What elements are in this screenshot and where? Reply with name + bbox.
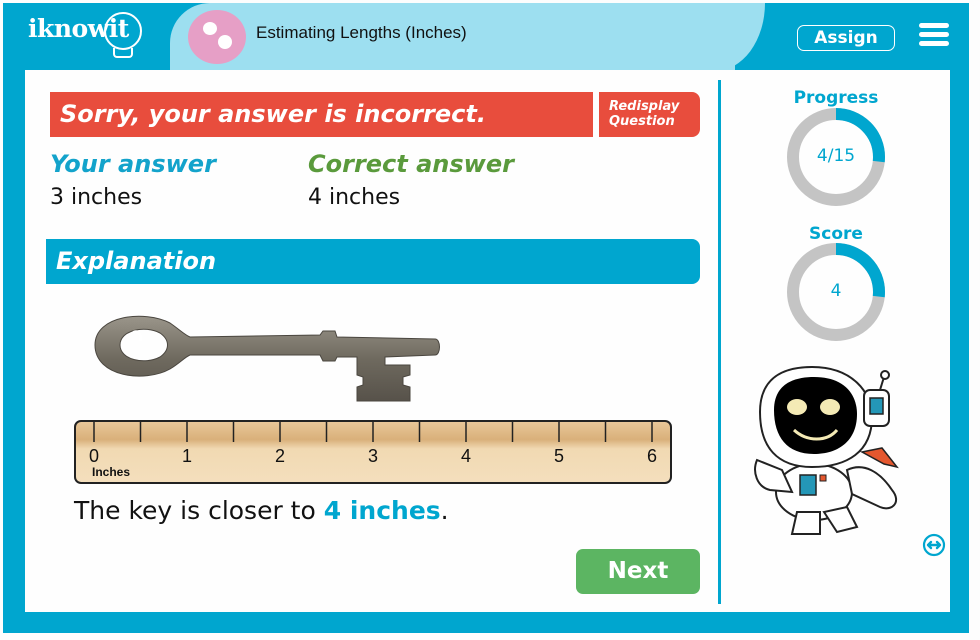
- sidebar-divider: [718, 80, 721, 604]
- ruler-tick-label: 2: [275, 446, 285, 466]
- incorrect-feedback-banner: Sorry, your answer is incorrect.: [50, 92, 593, 137]
- your-answer-value: 3 inches: [50, 185, 143, 210]
- ruler-tick-label: 0: [89, 446, 99, 466]
- ruler-tick-label: 3: [368, 446, 378, 466]
- progress-label: Progress: [793, 88, 879, 108]
- explanation-highlight: 4 inches: [323, 496, 441, 525]
- ruler-tick-label: 4: [461, 446, 471, 466]
- astronaut-mascot: [754, 365, 899, 535]
- topic-title: Estimating Lengths (Inches): [256, 23, 467, 42]
- next-button[interactable]: Next: [576, 549, 700, 594]
- iknowit-logo[interactable]: iknowit: [28, 12, 142, 58]
- assign-button[interactable]: Assign: [797, 25, 895, 51]
- redisplay-label-line1: Redisplay: [609, 99, 680, 114]
- your-answer-label: Your answer: [50, 150, 216, 178]
- topic-icon: [188, 10, 246, 64]
- ruler-unit-label: Inches: [92, 465, 130, 479]
- explanation-period: .: [440, 496, 449, 525]
- expand-horizontal-icon[interactable]: [922, 533, 946, 557]
- explanation-text: The key is closer to: [74, 496, 324, 525]
- ruler-tick-label: 5: [554, 446, 564, 466]
- correct-answer-value: 4 inches: [308, 185, 401, 210]
- hamburger-menu-icon[interactable]: [919, 23, 949, 48]
- lightbulb-icon: [104, 12, 142, 50]
- redisplay-label-line2: Question: [609, 114, 675, 129]
- correct-answer-label: Correct answer: [308, 150, 514, 178]
- ruler-tick-label: 6: [647, 446, 657, 466]
- redisplay-question-button[interactable]: Redisplay Question: [599, 92, 700, 137]
- ruler-tick-label: 1: [182, 446, 192, 466]
- progress-value: 4/15: [816, 146, 856, 166]
- lightbulb-base-icon: [113, 48, 133, 58]
- inch-ruler: 0 1 2 3 4 5 6 Inches: [74, 420, 672, 484]
- explanation-sentence: The key is closer to 4 inches.: [74, 496, 449, 525]
- score-value: 4: [830, 281, 842, 301]
- explanation-header: Explanation: [46, 239, 700, 284]
- key-image: [94, 315, 440, 402]
- score-label: Score: [809, 224, 863, 244]
